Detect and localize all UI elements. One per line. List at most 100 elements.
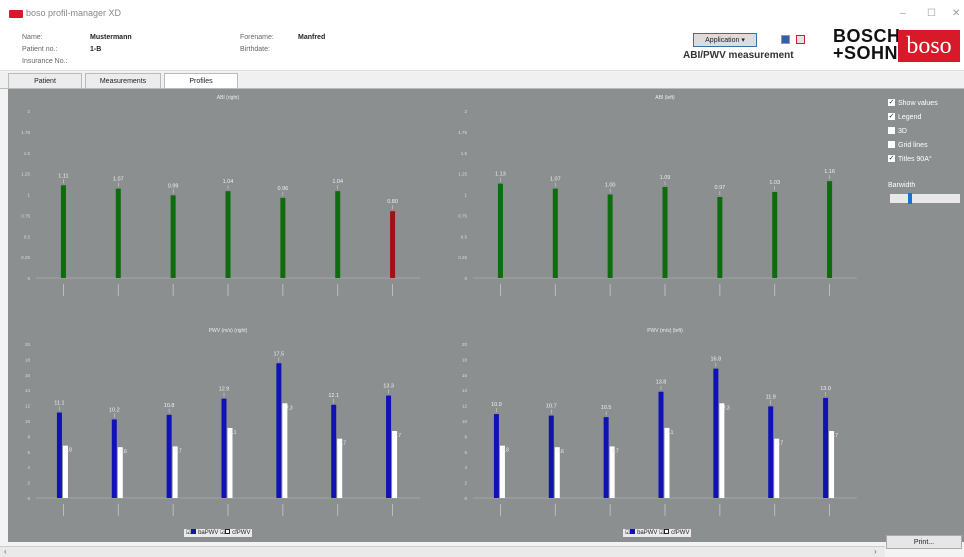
y-tick-label: 2 bbox=[464, 109, 467, 114]
chart-title: PWV (m/s) (right) bbox=[209, 328, 248, 334]
y-tick-label: 1 bbox=[27, 193, 30, 198]
data-label: 1.11 bbox=[58, 173, 68, 179]
bar bbox=[390, 211, 396, 278]
data-label: 1.04 bbox=[223, 179, 234, 185]
show-values-checkbox[interactable]: ✓ Show values bbox=[888, 98, 938, 109]
bar bbox=[115, 188, 121, 278]
data-label: 1.04 bbox=[332, 179, 343, 185]
barwidth-slider-thumb[interactable] bbox=[908, 193, 912, 204]
forename-value: Manfred bbox=[298, 34, 326, 41]
bar bbox=[827, 181, 833, 278]
title-bar bbox=[0, 0, 964, 26]
y-tick-label: 1.25 bbox=[458, 172, 467, 177]
scroll-left-icon[interactable]: ‹ bbox=[4, 547, 7, 556]
legend-label: cfPWV bbox=[232, 530, 251, 536]
y-tick-label: 2 bbox=[27, 481, 30, 486]
bar-ba-pwv bbox=[111, 419, 117, 498]
tab-patient[interactable]: Patient bbox=[8, 73, 82, 88]
bar-ba-pwv bbox=[56, 412, 62, 498]
data-label: 10.9 bbox=[491, 402, 502, 408]
checkbox-label: Grid lines bbox=[898, 142, 928, 149]
tab-measurements[interactable]: Measurements bbox=[85, 73, 161, 88]
bar bbox=[772, 191, 778, 278]
print-button[interactable]: Print... bbox=[886, 535, 962, 549]
titles-checkbox[interactable]: ✓ Titles 90A° bbox=[888, 154, 932, 165]
measurement-title: ABI/PWV measurement bbox=[683, 50, 794, 61]
pwv-right-chart: PWV (m/s) (right)2018161412108642011.16.… bbox=[25, 328, 420, 516]
bar-ba-pwv bbox=[713, 368, 719, 498]
window-title: boso profil-manager XD bbox=[26, 8, 122, 18]
data-label: 10.2 bbox=[109, 407, 120, 413]
data-label: 6.8 bbox=[502, 448, 509, 454]
data-label: 16.8 bbox=[710, 357, 721, 363]
application-button[interactable]: Application ▾ bbox=[693, 33, 757, 47]
y-tick-label: 6 bbox=[464, 450, 467, 455]
grid-lines-checkbox[interactable]: Grid lines bbox=[888, 140, 928, 151]
y-tick-label: 0.5 bbox=[461, 234, 468, 239]
y-tick-label: 0.5 bbox=[24, 234, 31, 239]
data-label: 6.8 bbox=[65, 448, 72, 454]
y-tick-label: 0.75 bbox=[21, 213, 30, 218]
boso-logo: boso bbox=[898, 30, 960, 62]
data-label: 6.7 bbox=[612, 448, 619, 454]
monitor-icon[interactable] bbox=[781, 35, 790, 44]
data-label: 1.07 bbox=[113, 177, 124, 183]
data-label: 1.16 bbox=[824, 169, 835, 175]
pwv-left-chart: PWV (m/s) (left)2018161412108642010.96.8… bbox=[462, 328, 857, 516]
y-tick-label: 0 bbox=[464, 496, 467, 501]
y-tick-label: 8 bbox=[464, 434, 467, 439]
y-tick-label: 8 bbox=[27, 434, 30, 439]
y-tick-label: 10 bbox=[462, 419, 468, 424]
data-label: 8.7 bbox=[394, 433, 401, 439]
legend-swatch-white bbox=[225, 529, 231, 534]
y-tick-label: 12 bbox=[462, 404, 468, 409]
tab-profiles[interactable]: Profiles bbox=[164, 73, 238, 88]
legend-label: baPWV bbox=[198, 530, 219, 536]
y-tick-label: 1.75 bbox=[21, 130, 30, 135]
bar-ba-pwv bbox=[166, 414, 172, 498]
bar-cf-pwv bbox=[664, 427, 670, 498]
bar bbox=[662, 186, 668, 278]
data-label: 10.7 bbox=[546, 404, 557, 410]
data-label: 1.13 bbox=[495, 172, 506, 178]
horizontal-scrollbar[interactable]: ‹ › bbox=[0, 546, 885, 557]
data-label: 10.5 bbox=[601, 405, 612, 411]
bar-cf-pwv bbox=[774, 438, 780, 498]
legend-checkbox[interactable]: ✓ Legend bbox=[888, 112, 921, 123]
data-label: 1.00 bbox=[605, 183, 616, 189]
data-label: 13.8 bbox=[656, 380, 667, 386]
data-label: 11.9 bbox=[766, 394, 776, 400]
bar-ba-pwv bbox=[548, 415, 554, 498]
checkbox-icon: ✓ bbox=[888, 98, 895, 106]
close-icon[interactable]: ✕ bbox=[952, 8, 960, 19]
patient-no-label: Patient no.: bbox=[22, 46, 58, 53]
data-label: 12.9 bbox=[219, 387, 230, 393]
bar-cf-pwv bbox=[227, 427, 233, 498]
minimize-icon[interactable]: – bbox=[900, 8, 906, 19]
pdf-icon[interactable] bbox=[796, 35, 805, 44]
y-tick-label: 1.5 bbox=[461, 151, 468, 156]
checkbox-icon bbox=[888, 140, 895, 148]
maximize-icon[interactable]: ☐ bbox=[927, 8, 936, 19]
bar-cf-pwv bbox=[392, 431, 398, 498]
bar-ba-pwv bbox=[768, 406, 774, 498]
y-tick-label: 0 bbox=[27, 276, 30, 281]
profiles-panel: ABI (right) 2 1.75 1.5 1.25 1 0.75 0.5 0.25 0 1.11… bbox=[8, 89, 881, 542]
scroll-right-icon[interactable]: › bbox=[874, 547, 877, 556]
y-tick-label: 20 bbox=[25, 342, 31, 347]
data-label: 0.97 bbox=[714, 185, 725, 191]
name-label: Name: bbox=[22, 34, 43, 41]
data-label: 0.96 bbox=[277, 186, 288, 192]
y-tick-label: 0 bbox=[464, 276, 467, 281]
data-label: 12.3 bbox=[720, 405, 730, 411]
bar-cf-pwv bbox=[719, 403, 725, 498]
barwidth-slider[interactable] bbox=[890, 194, 960, 203]
data-label: 10.8 bbox=[164, 403, 175, 409]
3d-checkbox[interactable]: 3D bbox=[888, 126, 907, 137]
data-label: 1.09 bbox=[660, 175, 671, 181]
pwv-left-legend: ☑ baPWV ☑ cfPWV bbox=[623, 529, 692, 537]
y-tick-label: 14 bbox=[25, 388, 31, 393]
y-tick-label: 18 bbox=[462, 357, 468, 362]
bar bbox=[607, 194, 613, 278]
bar bbox=[717, 197, 723, 278]
